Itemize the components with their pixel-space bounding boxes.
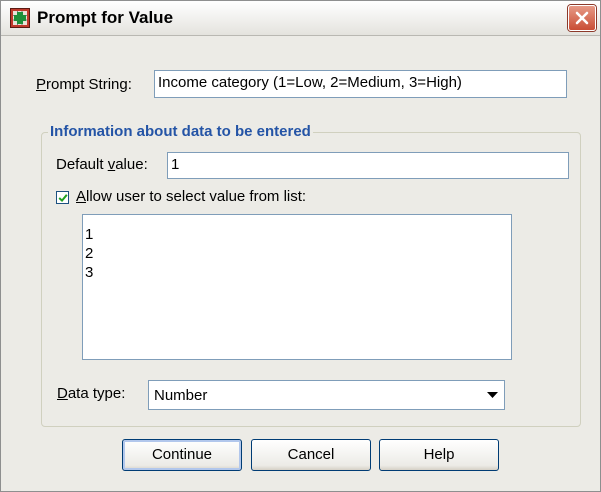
help-button[interactable]: Help — [379, 439, 499, 471]
title-bar[interactable]: Prompt for Value — [1, 1, 600, 36]
allow-list-label[interactable]: Allow user to select value from list: — [76, 188, 306, 205]
spss-dialog-icon — [10, 8, 30, 28]
window-title: Prompt for Value — [37, 8, 174, 27]
allow-list-checkbox[interactable] — [56, 191, 69, 204]
data-type-label: Data type: — [57, 385, 126, 402]
chevron-down-icon[interactable] — [487, 392, 498, 399]
cancel-button[interactable]: Cancel — [251, 439, 371, 471]
prompt-string-input[interactable]: Income category (1=Low, 2=Medium, 3=High… — [154, 70, 567, 98]
checkmark-icon — [58, 194, 68, 203]
list-item[interactable]: 2 — [85, 244, 511, 263]
data-type-select[interactable]: Number — [148, 380, 505, 410]
default-value-label: Default value: — [56, 156, 148, 173]
prompt-dialog: Prompt for Value Prompt String: Income c… — [0, 0, 601, 492]
list-item[interactable]: 3 — [85, 263, 511, 282]
prompt-string-label: Prompt String: — [36, 76, 132, 93]
list-item[interactable]: 1 — [85, 225, 511, 244]
close-button[interactable] — [568, 5, 596, 31]
information-group-title: Information about data to be entered — [48, 123, 313, 140]
default-value-input[interactable]: 1 — [167, 152, 569, 179]
data-type-selected-value: Number — [154, 387, 208, 404]
continue-button[interactable]: Continue — [122, 439, 242, 471]
value-list[interactable]: 1 2 3 — [82, 214, 512, 360]
close-icon — [575, 11, 589, 25]
